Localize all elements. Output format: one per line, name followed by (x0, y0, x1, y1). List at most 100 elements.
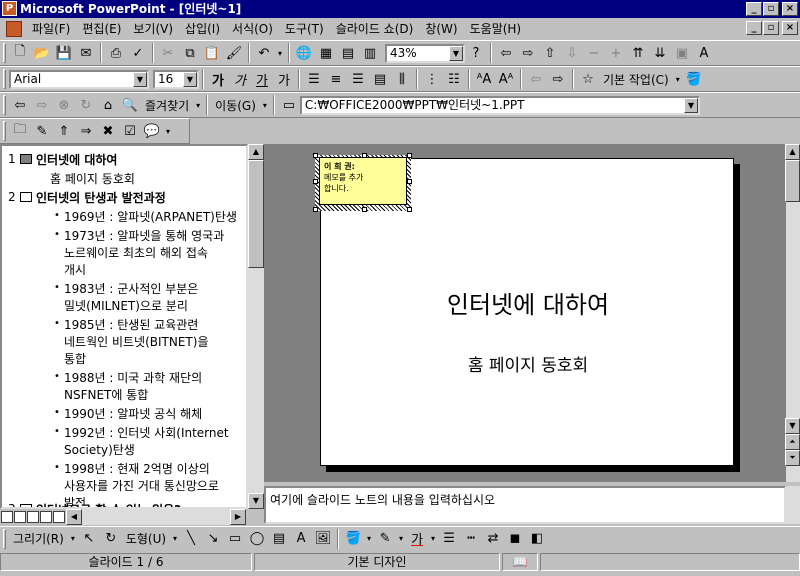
outline-slide-title[interactable]: 인터넷으로 할 수 있는 일은? (36, 501, 181, 507)
arrow-icon[interactable]: ↘ (202, 528, 224, 550)
move-down-icon[interactable]: ⇩ (561, 42, 583, 64)
outline-bullet-text[interactable]: 1988년 : 미국 과학 재단의 (64, 369, 202, 386)
scroll-left-icon[interactable]: ◀ (66, 509, 82, 525)
scroll-up-icon[interactable]: ▲ (248, 144, 264, 160)
cut-icon[interactable]: ✂ (157, 42, 179, 64)
outline-bullet-text[interactable]: Society)탄생 (64, 441, 135, 458)
fill-color-icon[interactable]: 🪣 (342, 528, 364, 550)
chevron-down-icon[interactable]: ▼ (449, 45, 463, 61)
close-button[interactable]: × (782, 2, 798, 16)
open-icon[interactable]: 📂 (31, 42, 53, 64)
paste-icon[interactable]: 📋 (201, 42, 223, 64)
shadow-button[interactable]: 가 (273, 68, 295, 90)
outline-bullet-text[interactable]: 1985년 : 탄생된 교육관련 (64, 316, 198, 333)
chevron-down-icon[interactable]: ▾ (193, 94, 203, 116)
show-only-web-toolbar-icon[interactable]: ▭ (278, 94, 300, 116)
menu-format[interactable]: 서식(O) (226, 18, 279, 40)
oval-icon[interactable]: ◯ (246, 528, 268, 550)
undo-icon[interactable]: ↶ (253, 42, 275, 64)
menu-insert[interactable]: 삽입(I) (179, 18, 226, 40)
copy-icon[interactable]: ⧉ (179, 42, 201, 64)
outline-slide-title[interactable]: 인터넷의 탄생과 발전과정 (36, 189, 166, 206)
resize-handle[interactable] (407, 207, 412, 212)
show-formatting-icon[interactable]: A (693, 42, 715, 64)
line-color-icon[interactable]: ✎ (374, 528, 396, 550)
next-slide-icon[interactable]: ⏷ (785, 450, 800, 466)
insert-chart-icon[interactable]: ▥ (359, 42, 381, 64)
font-size-select[interactable]: 16 ▼ (153, 69, 199, 89)
demote-icon[interactable]: ⇨ (547, 68, 569, 90)
arrow-style-icon[interactable]: ⇄ (482, 528, 504, 550)
outline-bullet-text[interactable]: 밀넷(MILNET)으로 분리 (64, 297, 188, 314)
scroll-thumb[interactable] (785, 160, 800, 202)
outline-bullet-text[interactable]: 개시 (64, 261, 86, 278)
back-icon[interactable]: ⇦ (9, 94, 31, 116)
font-select[interactable]: Arial ▼ (9, 69, 149, 89)
zoom-select[interactable]: 43% ▼ (385, 43, 465, 63)
outline-bullet-text[interactable]: 1998년 : 현재 2억명 이상의 (64, 460, 210, 477)
outline-bullet-text[interactable]: 1969년 : 알파넷(ARPANET)탄생 (64, 208, 237, 225)
slide-view-icon[interactable] (27, 511, 39, 523)
save-icon[interactable]: 💾 (53, 42, 75, 64)
address-field[interactable]: C:₩OFFICE2000₩PPT₩인터넷~1.PPT ▼ (299, 95, 700, 115)
outline-subtitle[interactable]: 홈 페이지 동호회 (50, 170, 135, 187)
notes-pane[interactable]: 여기에 슬라이드 노트의 내용을 입력하십시오 (264, 486, 786, 524)
slide-title[interactable]: 인터넷에 대하여 (321, 285, 735, 320)
chevron-down-icon[interactable]: ▾ (170, 528, 180, 550)
menu-tools[interactable]: 도구(T) (279, 18, 330, 40)
outline-bullet-text[interactable]: 1983년 : 군사적인 부분은 (64, 280, 198, 297)
folder-icon[interactable]: 🗀 (9, 120, 31, 142)
outline-bullet-text[interactable]: 1973년 : 알파넷을 통해 영국과 (64, 227, 224, 244)
decrease-font-icon[interactable]: Aᴬ (495, 68, 517, 90)
outline-bullet-text[interactable]: 네트웍인 비트넷(BITNET)을 (64, 333, 209, 350)
slide-scrollbar[interactable]: ▲ ▼ ⏶ ⏷ (785, 144, 800, 482)
font-color-icon[interactable]: 가 (406, 528, 428, 550)
resize-handle[interactable] (313, 153, 318, 158)
scroll-thumb[interactable] (248, 160, 264, 268)
go-button[interactable]: 이동(G) (211, 97, 260, 114)
document-icon[interactable] (6, 21, 22, 37)
maximize-button[interactable]: ▫ (763, 2, 779, 16)
outline-bullet-text[interactable]: 사용자를 가진 거대 통신망으로 (64, 477, 219, 494)
chevron-down-icon[interactable]: ▾ (68, 528, 78, 550)
doc-minimize-button[interactable]: _ (746, 21, 762, 35)
slide-icon[interactable] (20, 192, 32, 202)
folder-up-icon[interactable]: ⇑ (53, 120, 75, 142)
select-objects-icon[interactable]: ↖ (78, 528, 100, 550)
promote-icon[interactable]: ⇦ (525, 68, 547, 90)
menu-edit[interactable]: 편집(E) (76, 18, 127, 40)
doc-restore-button[interactable]: ▫ (763, 21, 779, 35)
slide-subtitle[interactable]: 홈 페이지 동호회 (321, 351, 735, 376)
email-icon[interactable]: ✉ (75, 42, 97, 64)
collapse-icon[interactable]: − (583, 42, 605, 64)
spelling-icon[interactable]: ✓ (127, 42, 149, 64)
expand-all-icon[interactable]: ⇊ (649, 42, 671, 64)
outline-pane[interactable]: 1 인터넷에 대하여 홈 페이지 동호회 2 인터넷의 탄생과 발전과정 • 19… (0, 144, 248, 509)
justify-icon[interactable]: ▤ (369, 68, 391, 90)
autoshapes-button[interactable]: 도형(U) (122, 530, 170, 547)
outline-bullet-text[interactable]: 1992년 : 인터넷 사회(Internet (64, 424, 229, 441)
chevron-down-icon[interactable]: ▼ (133, 71, 147, 87)
collapse-all-icon[interactable]: ⇈ (627, 42, 649, 64)
favorites-button[interactable]: 즐겨찾기 (141, 97, 193, 114)
outline-slide-title[interactable]: 인터넷에 대하여 (36, 151, 117, 168)
scroll-down-icon[interactable]: ▼ (248, 493, 264, 509)
animation-effects-icon[interactable]: ☆ (577, 68, 599, 90)
outline-view-icon[interactable] (14, 511, 26, 523)
text-box-icon[interactable]: ▤ (268, 528, 290, 550)
summary-slide-icon[interactable]: ▣ (671, 42, 693, 64)
outline-scrollbar[interactable]: ▲ ▼ (248, 144, 264, 509)
print-icon[interactable]: ⎙ (105, 42, 127, 64)
insert-table-icon[interactable]: ▤ (337, 42, 359, 64)
bullets-icon[interactable]: ☷ (443, 68, 465, 90)
underline-button[interactable]: 가 (251, 68, 273, 90)
home-icon[interactable]: ⌂ (97, 94, 119, 116)
doc-close-button[interactable]: × (782, 21, 798, 35)
chevron-down-icon[interactable]: ▾ (260, 94, 270, 116)
resize-handle[interactable] (313, 179, 318, 184)
free-rotate-icon[interactable]: ↻ (100, 528, 122, 550)
slide-sorter-view-icon[interactable] (40, 511, 52, 523)
hyperlink-icon[interactable]: 🌐 (293, 42, 315, 64)
search-web-icon[interactable]: 🔍 (119, 94, 141, 116)
powerpoint-icon[interactable]: P (2, 1, 17, 16)
